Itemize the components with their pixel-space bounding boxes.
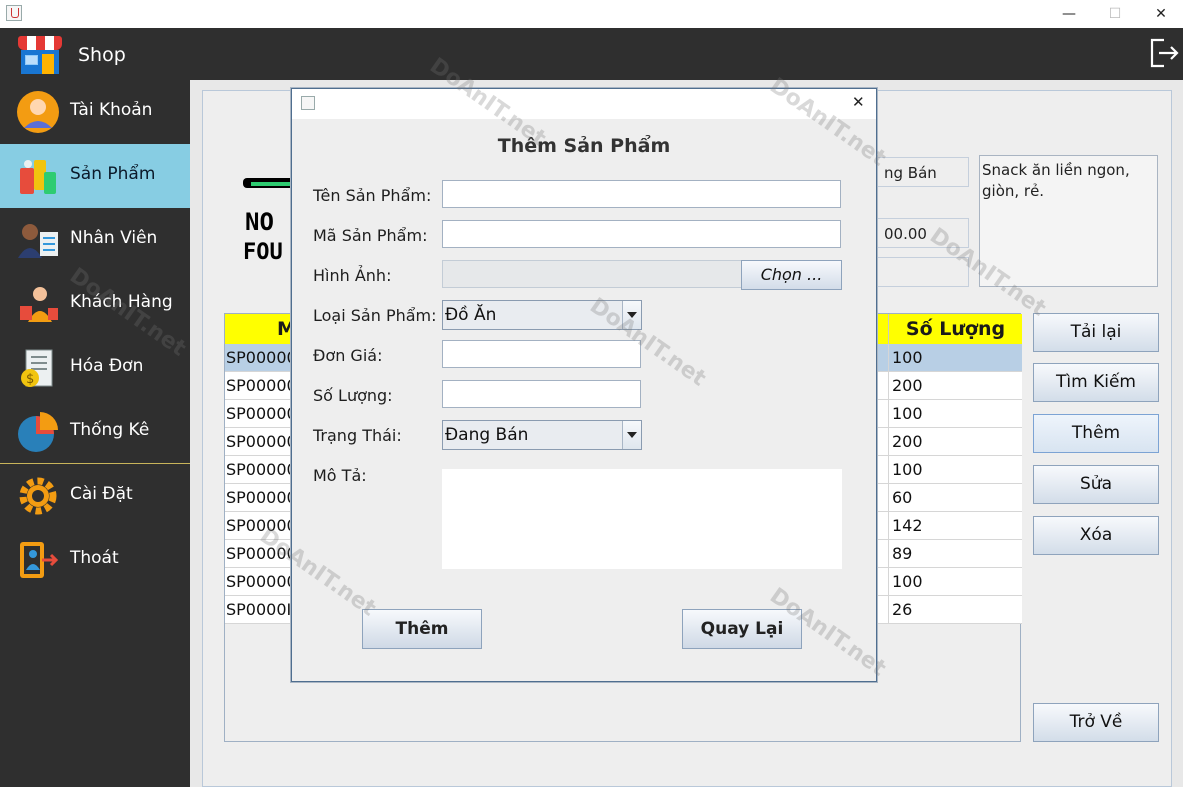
choose-image-button[interactable]: Chọn ...: [741, 260, 842, 290]
description-label: Mô Tả:: [313, 466, 367, 485]
quantity-input[interactable]: [442, 380, 641, 408]
product-name-input[interactable]: [442, 180, 841, 208]
cell-code: SP00000: [226, 516, 297, 535]
customer-icon: [20, 287, 58, 322]
minimize-button[interactable]: —: [1046, 2, 1092, 26]
chevron-down-icon[interactable]: [622, 301, 641, 329]
cell-quantity: 100: [892, 572, 923, 591]
sidebar-item-label: Sản Phẩm: [70, 164, 156, 184]
product-code-input[interactable]: [442, 220, 841, 248]
product-type-value: Đồ Ăn: [445, 305, 497, 325]
quantity-label: Số Lượng:: [313, 386, 393, 405]
product-type-label: Loại Sản Phẩm:: [313, 306, 437, 325]
price-field[interactable]: 00.00: [877, 218, 969, 248]
cell-quantity: 200: [892, 376, 923, 395]
sidebar-item-label: Khách Hàng: [70, 292, 173, 312]
cell-code: SP00000: [226, 544, 297, 563]
product-type-select[interactable]: Đồ Ăn: [442, 300, 642, 330]
java-app-icon: [6, 5, 22, 21]
cell-quantity: 100: [892, 460, 923, 479]
description-field[interactable]: Snack ăn liền ngon, giòn, rẻ.: [979, 155, 1158, 287]
cell-code: SP00000: [226, 488, 297, 507]
status-label: Trạng Thái:: [313, 426, 402, 445]
quantity-field[interactable]: [877, 257, 969, 287]
dialog-back-button[interactable]: Quay Lại: [682, 609, 802, 649]
shop-icon: [18, 36, 62, 74]
app-title: Shop: [78, 44, 126, 66]
sidebar-item-settings[interactable]: Cài Đặt: [0, 464, 190, 528]
pie-chart-icon: [18, 412, 58, 452]
cell-quantity: 200: [892, 432, 923, 451]
cell-code: SP00000: [226, 432, 297, 451]
settings-gear-icon: [19, 477, 57, 515]
back-button[interactable]: Trở Về: [1033, 703, 1159, 742]
cell-code: SP00000: [226, 348, 297, 367]
cell-quantity: 89: [892, 544, 913, 563]
sidebar: Tài Khoản Sản Phẩm Nhân Viên Khách Hàng: [0, 80, 190, 787]
dialog-close-button[interactable]: ✕: [852, 93, 865, 111]
dialog-heading: Thêm Sản Phẩm: [497, 135, 671, 157]
cell-code: SP00000: [226, 404, 297, 423]
cell-quantity: 142: [892, 516, 923, 535]
chevron-down-icon[interactable]: [622, 421, 641, 449]
description-textarea[interactable]: [442, 469, 842, 569]
sidebar-item-account[interactable]: Tài Khoản: [0, 80, 190, 144]
reload-button[interactable]: Tải lại: [1033, 313, 1159, 352]
logo-text-line1: NO: [245, 208, 274, 236]
cell-code: SP0000I: [226, 600, 292, 619]
sidebar-item-label: Nhân Viên: [70, 228, 158, 248]
edit-button[interactable]: Sửa: [1033, 465, 1159, 504]
sidebar-item-label: Tài Khoản: [70, 100, 153, 120]
product-logo: NO FOU: [243, 178, 291, 268]
sidebar-item-label: Thống Kê: [70, 420, 150, 440]
cell-quantity: 100: [892, 404, 923, 423]
sidebar-item-label: Hóa Đơn: [70, 356, 144, 376]
product-name-label: Tên Sản Phẩm:: [313, 186, 432, 205]
cell-code: SP00000: [226, 460, 297, 479]
image-label: Hình Ảnh:: [313, 266, 392, 285]
sidebar-item-employees[interactable]: Nhân Viên: [0, 208, 190, 272]
cell-quantity: 26: [892, 600, 913, 619]
sidebar-item-products[interactable]: Sản Phẩm: [0, 144, 190, 208]
java-app-icon: [301, 96, 315, 110]
user-avatar-icon: [17, 91, 59, 133]
sidebar-item-customers[interactable]: Khách Hàng: [0, 272, 190, 336]
sidebar-item-label: Cài Đặt: [70, 484, 133, 504]
price-label: Đơn Giá:: [313, 346, 383, 365]
dialog-add-button[interactable]: Thêm: [362, 609, 482, 649]
cell-code: SP00000: [226, 376, 297, 395]
product-code-label: Mã Sản Phẩm:: [313, 226, 428, 245]
search-button[interactable]: Tìm Kiếm: [1033, 363, 1159, 402]
price-input[interactable]: [442, 340, 641, 368]
add-button[interactable]: Thêm: [1033, 414, 1159, 453]
cell-quantity: 60: [892, 488, 913, 507]
window-titlebar: — ☐ ✕: [0, 0, 1183, 28]
logo-text-line2: FOU: [243, 240, 283, 265]
svg-text:$: $: [26, 372, 34, 387]
app-header: Shop: [0, 28, 1183, 80]
sidebar-item-label: Thoát: [70, 548, 119, 568]
status-select[interactable]: Đang Bán: [442, 420, 642, 450]
image-path-input: [442, 260, 742, 288]
logout-icon[interactable]: [1148, 36, 1180, 70]
exit-icon: [20, 542, 59, 578]
status-field[interactable]: ng Bán: [877, 157, 969, 187]
sidebar-item-invoices[interactable]: $ Hóa Đơn: [0, 336, 190, 400]
status-value: Đang Bán: [445, 425, 529, 445]
cell-code: SP00000: [226, 572, 297, 591]
close-window-button[interactable]: ✕: [1138, 2, 1183, 26]
cell-quantity: 100: [892, 348, 923, 367]
maximize-button[interactable]: ☐: [1092, 2, 1138, 26]
sidebar-item-statistics[interactable]: Thống Kê: [0, 400, 190, 464]
sidebar-item-exit[interactable]: Thoát: [0, 528, 190, 592]
employee-icon: [18, 224, 58, 258]
add-product-dialog: ✕ Thêm Sản Phẩm Tên Sản Phẩm: Mã Sản Phẩ…: [291, 88, 877, 682]
products-icon: [20, 160, 56, 194]
dialog-titlebar: ✕: [292, 89, 876, 119]
column-header-quantity[interactable]: Số Lượng: [889, 314, 1022, 344]
delete-button[interactable]: Xóa: [1033, 516, 1159, 555]
invoice-icon: $: [21, 349, 53, 387]
